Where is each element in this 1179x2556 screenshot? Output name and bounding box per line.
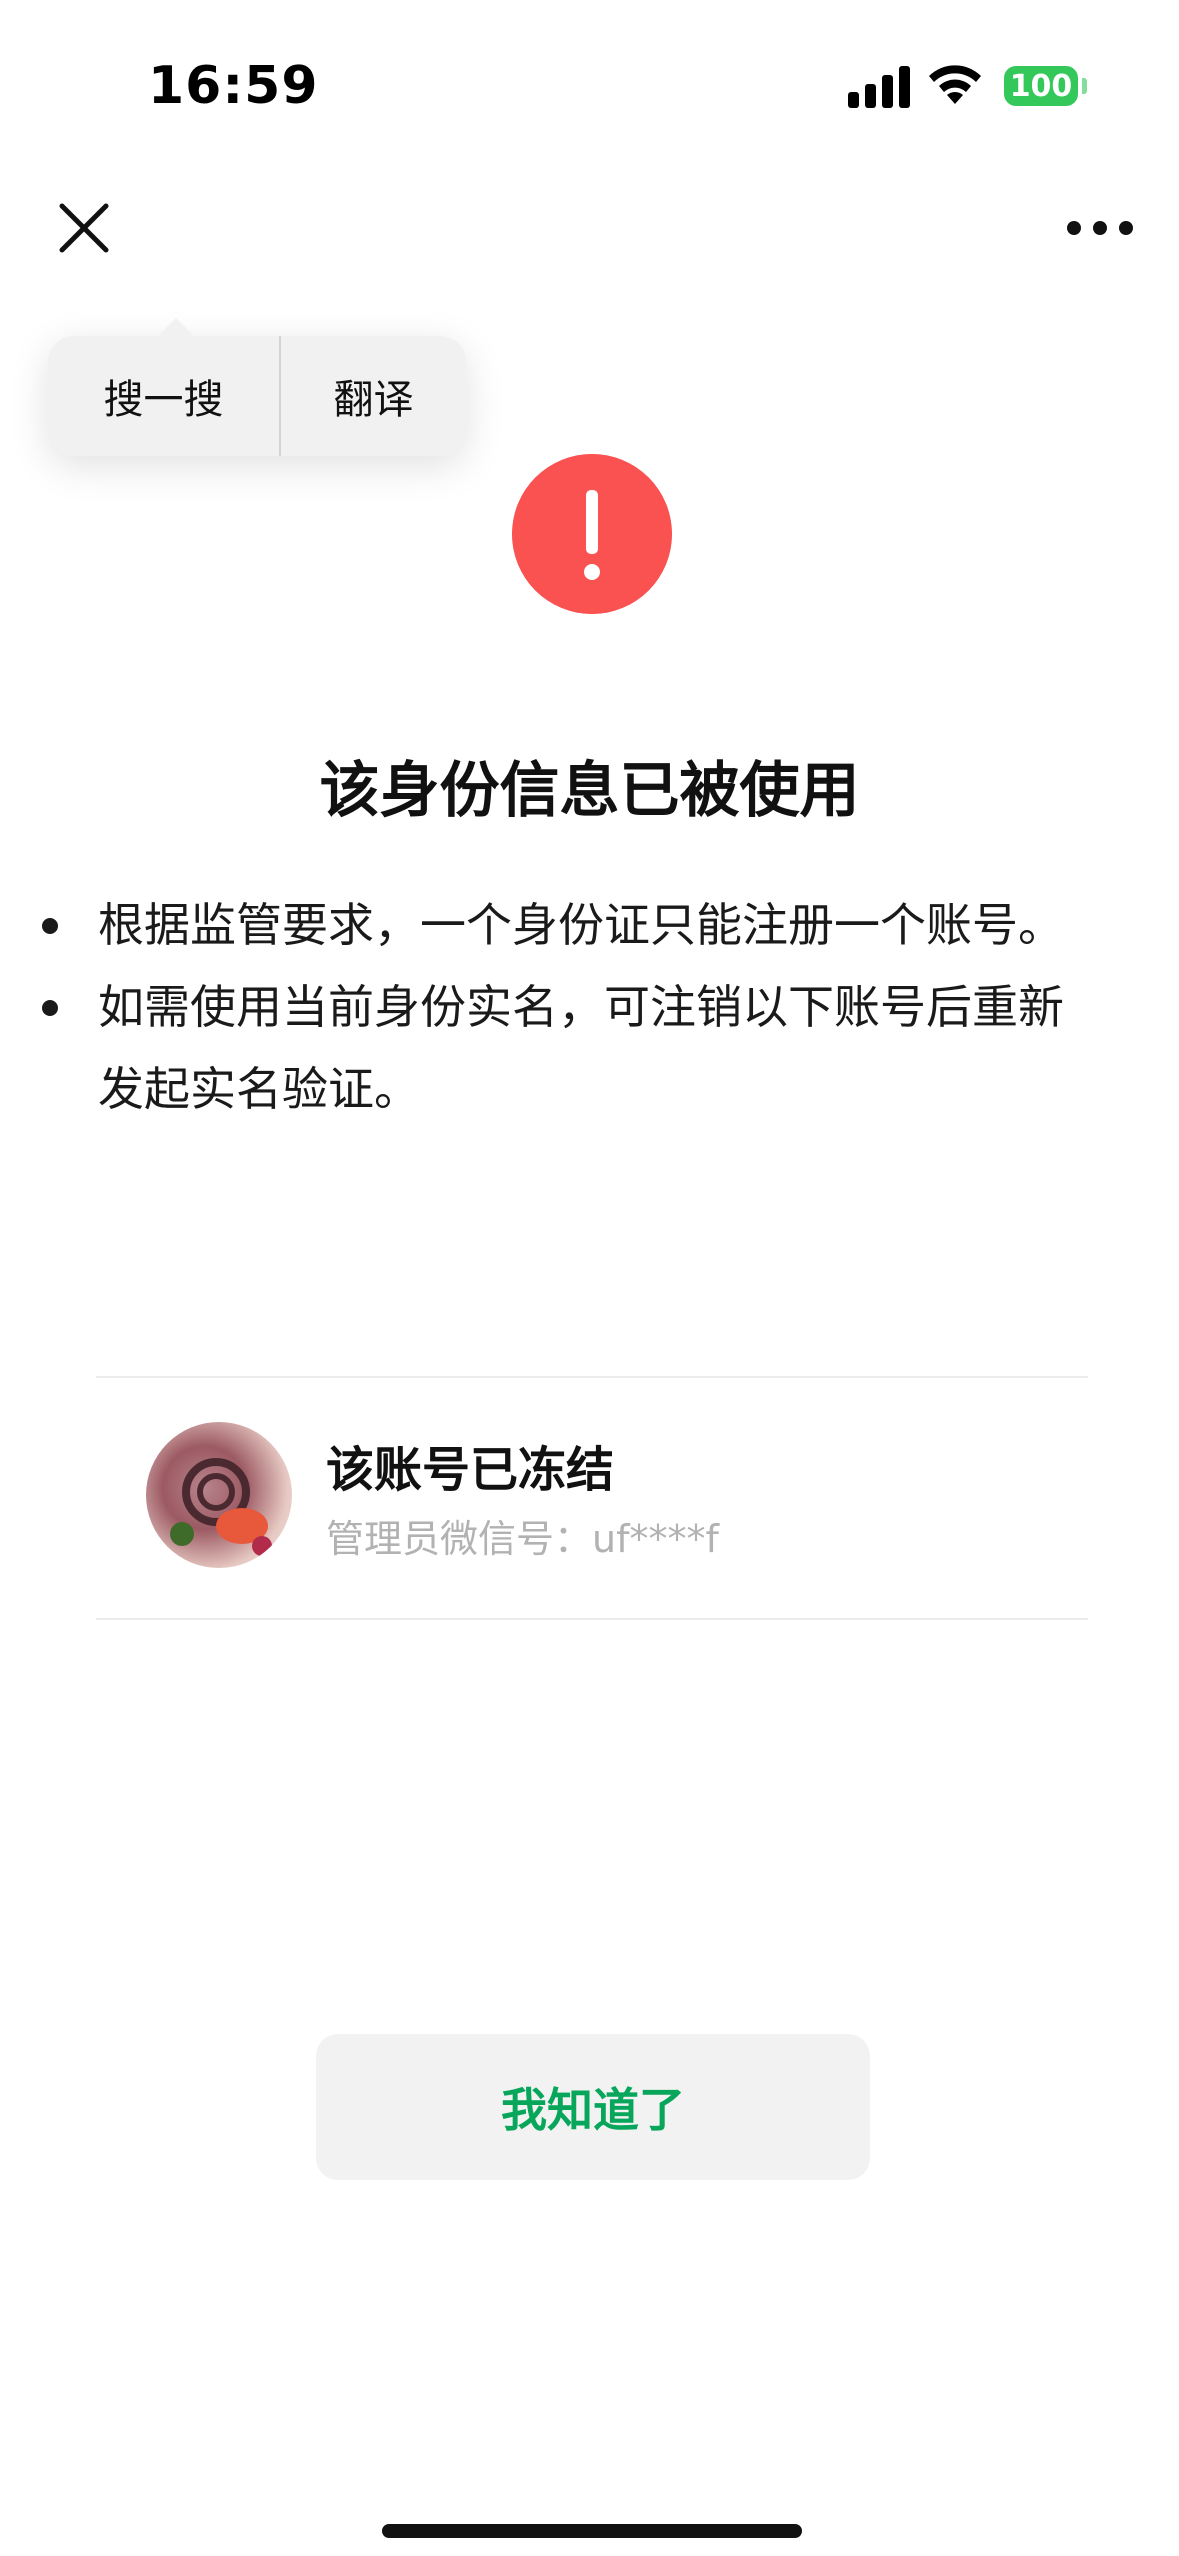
account-name: 该账号已冻结: [326, 1442, 615, 1498]
bullet-dot: [42, 1000, 58, 1016]
confirm-button[interactable]: 我知道了: [316, 2034, 870, 2180]
divider-bottom: [96, 1618, 1088, 1620]
battery-tip: [1082, 78, 1087, 94]
bullet-dot: [42, 918, 58, 934]
avatar: [146, 1422, 292, 1568]
status-time: 16:59: [148, 56, 319, 116]
bullet-text: 如需使用当前身份实名，可注销以下账号后重新发起实名验证。: [98, 980, 1064, 1116]
popup-arrow: [156, 318, 196, 338]
account-admin-wechat-id: 管理员微信号：uf****f: [326, 1517, 719, 1561]
account-card[interactable]: 该账号已冻结 管理员微信号：uf****f: [96, 1378, 1088, 1614]
identity-used-page: 16:59 100 搜一搜 翻译 该身份信息已被使用 根据监管要求，一个身份证只…: [0, 0, 1179, 2556]
battery-icon: 100: [1004, 66, 1078, 106]
bullet-item: 根据监管要求，一个身份证只能注册一个账号。: [40, 884, 1100, 966]
home-indicator: [382, 2524, 802, 2538]
bullet-list: 根据监管要求，一个身份证只能注册一个账号。 如需使用当前身份实名，可注销以下账号…: [40, 884, 1100, 1130]
more-icon[interactable]: [1060, 210, 1140, 246]
popup-item-search[interactable]: 搜一搜: [48, 336, 279, 456]
exclamation-icon: [512, 454, 672, 614]
wifi-icon: [929, 65, 981, 104]
bullet-text: 根据监管要求，一个身份证只能注册一个账号。: [98, 898, 1064, 952]
page-title: 该身份信息已被使用: [319, 756, 860, 826]
popup-item-translate[interactable]: 翻译: [281, 336, 466, 456]
cellular-signal-icon: [848, 66, 910, 108]
context-popup-menu: 搜一搜 翻译: [48, 318, 466, 456]
close-icon[interactable]: [52, 196, 116, 260]
bullet-item: 如需使用当前身份实名，可注销以下账号后重新发起实名验证。: [40, 966, 1100, 1130]
